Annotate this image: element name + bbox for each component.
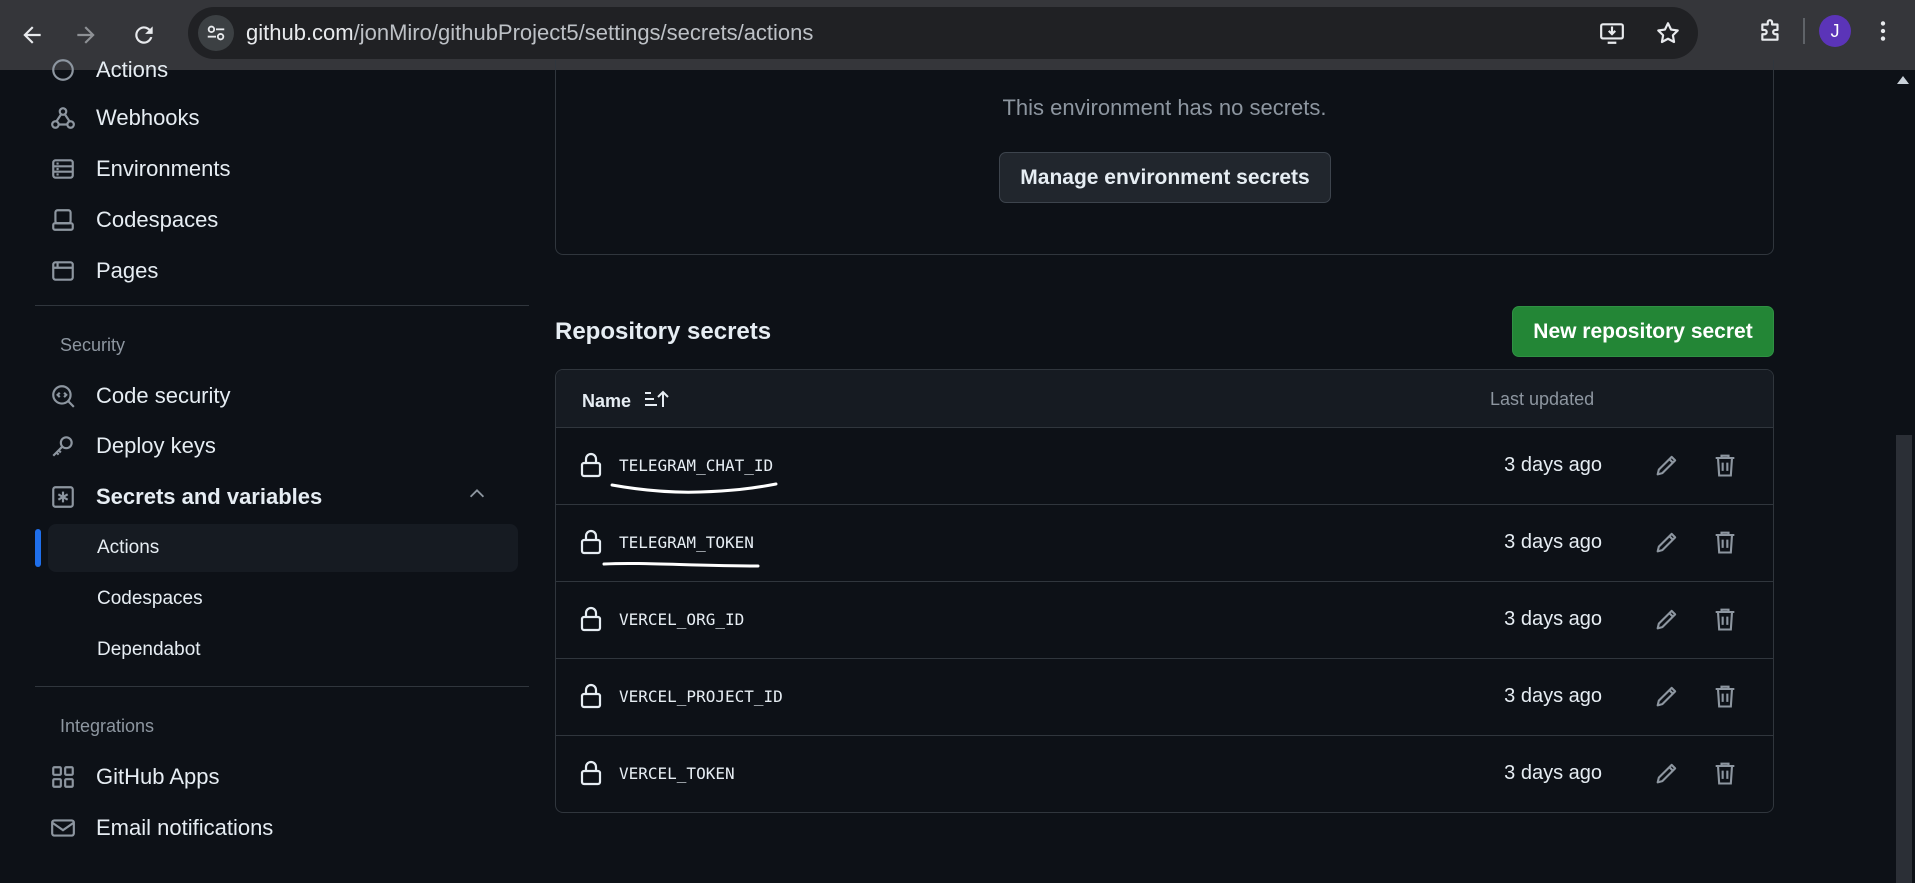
sidebar-item-label: Codespaces: [96, 207, 219, 232]
table-row: VERCEL_ORG_ID 3 days ago: [556, 582, 1773, 659]
secret-name: TELEGRAM_CHAT_ID: [619, 456, 774, 475]
sidebar-item-label: GitHub Apps: [96, 764, 220, 789]
mail-icon: [48, 813, 78, 843]
table-row: VERCEL_TOKEN 3 days ago: [556, 736, 1773, 812]
codespaces-icon: [48, 205, 78, 235]
new-repository-secret-button[interactable]: New repository secret: [1512, 306, 1774, 357]
sidebar-item-label: Code security: [96, 383, 231, 408]
trash-icon[interactable]: [1711, 605, 1739, 638]
trash-icon[interactable]: [1711, 451, 1739, 484]
sidebar-divider: [35, 305, 529, 306]
sidebar-item-environments[interactable]: Environments: [48, 147, 518, 191]
sidebar-heading-integrations: Integrations: [60, 716, 155, 736]
table-row: TELEGRAM_TOKEN 3 days ago: [556, 505, 1773, 582]
asterisk-icon: [48, 482, 78, 512]
play-icon: [48, 55, 78, 85]
reload-icon: [135, 26, 153, 44]
pencil-icon[interactable]: [1653, 528, 1681, 561]
sidebar-item-label: Secrets and variables: [96, 484, 323, 509]
sidebar-item-webhooks[interactable]: Webhooks: [48, 96, 518, 140]
sidebar-item-code-security[interactable]: Code security: [48, 374, 518, 418]
sidebar-item-actions[interactable]: Actions: [48, 48, 518, 92]
sidebar-subitem-codespaces[interactable]: Codespaces: [48, 575, 518, 623]
secret-name: VERCEL_PROJECT_ID: [619, 687, 783, 706]
table-row: TELEGRAM_CHAT_ID 3 days ago: [556, 428, 1773, 505]
extensions-icon[interactable]: [1753, 13, 1789, 49]
sidebar-item-pages[interactable]: Pages: [48, 249, 518, 293]
trash-icon[interactable]: [1711, 682, 1739, 715]
sidebar-item-label: Email notifications: [96, 815, 274, 840]
sidebar-subitem-dependabot[interactable]: Dependabot: [48, 626, 518, 674]
sidebar-item-label: Pages: [96, 258, 159, 283]
lock-icon: [580, 760, 602, 791]
secret-name: TELEGRAM_TOKEN: [619, 533, 754, 552]
more-menu-icon[interactable]: [1865, 13, 1901, 49]
pencil-icon[interactable]: [1653, 605, 1681, 638]
arrow-right-icon: [77, 26, 95, 44]
scrollbar-thumb[interactable]: [1896, 435, 1912, 883]
secrets-table: Name Last updated TELEGRAM_CHAT_ID 3 day…: [555, 369, 1774, 813]
server-icon: [48, 154, 78, 184]
sidebar-item-label: Deploy keys: [96, 433, 216, 458]
sidebar-item-email-notifications[interactable]: Email notifications: [48, 806, 518, 850]
toolbar-separator: [1803, 18, 1805, 44]
sidebar-item-codespaces[interactable]: Codespaces: [48, 198, 518, 242]
sidebar-item-label: Actions: [96, 57, 169, 82]
site-info-icon[interactable]: [198, 15, 234, 51]
sidebar-item-deploy-keys[interactable]: Deploy keys: [48, 424, 518, 468]
url-text: github.com/jonMiro/githubProject5/settin…: [246, 20, 814, 45]
lock-icon: [580, 606, 602, 637]
settings-sidebar: Actions Webhooks Environments Codespaces…: [0, 57, 540, 883]
key-icon: [48, 431, 78, 461]
underline-annotation: [610, 482, 778, 494]
lock-icon: [580, 683, 602, 714]
apps-icon: [48, 762, 78, 792]
webhook-icon: [48, 103, 78, 133]
bookmark-star-icon[interactable]: [1650, 15, 1686, 51]
secret-last-updated: 3 days ago: [1504, 762, 1602, 784]
table-header: Name Last updated: [556, 370, 1773, 428]
codescan-icon: [48, 381, 78, 411]
sidebar-divider: [35, 686, 529, 687]
sidebar-item-label: Environments: [96, 156, 231, 181]
table-row: VERCEL_PROJECT_ID 3 days ago: [556, 659, 1773, 736]
install-app-icon[interactable]: [1594, 15, 1630, 51]
environment-empty-text: This environment has no secrets.: [1002, 95, 1327, 120]
sidebar-item-github-apps[interactable]: GitHub Apps: [48, 755, 518, 799]
secret-name: VERCEL_TOKEN: [619, 764, 735, 783]
trash-icon[interactable]: [1711, 528, 1739, 561]
sidebar-subitem-actions[interactable]: Actions: [48, 524, 518, 572]
sidebar-item-label: Webhooks: [96, 105, 200, 130]
name-column-label: Name: [582, 391, 632, 411]
scroll-up-arrow-icon[interactable]: [1897, 76, 1909, 84]
environment-secrets-box: This environment has no secrets. Manage …: [555, 60, 1774, 255]
secret-last-updated: 3 days ago: [1504, 608, 1602, 630]
secret-name: VERCEL_ORG_ID: [619, 610, 745, 629]
repository-secrets-title: Repository secrets: [555, 318, 772, 345]
lock-icon: [580, 529, 602, 560]
pencil-icon[interactable]: [1653, 451, 1681, 484]
last-updated-column-header: Last updated: [1490, 389, 1595, 409]
secret-last-updated: 3 days ago: [1504, 531, 1602, 553]
pencil-icon[interactable]: [1653, 682, 1681, 715]
secret-last-updated: 3 days ago: [1504, 454, 1602, 476]
arrow-left-icon: [23, 26, 41, 44]
manage-environment-secrets-button[interactable]: Manage environment secrets: [999, 152, 1331, 203]
sort-ascending-icon[interactable]: [643, 388, 669, 415]
secret-last-updated: 3 days ago: [1504, 685, 1602, 707]
browser-icon: [48, 256, 78, 286]
sidebar-heading-security: Security: [60, 335, 126, 355]
profile-avatar[interactable]: J: [1819, 15, 1851, 47]
lock-icon: [580, 452, 602, 483]
page-scrollbar[interactable]: [1893, 70, 1915, 883]
active-indicator: [35, 529, 41, 567]
name-column-header[interactable]: Name: [582, 388, 669, 415]
underline-annotation: [602, 561, 760, 568]
pencil-icon[interactable]: [1653, 759, 1681, 792]
sidebar-item-secrets-and-variables[interactable]: Secrets and variables: [48, 475, 518, 519]
trash-icon[interactable]: [1711, 759, 1739, 792]
chevron-up-icon[interactable]: [466, 483, 488, 511]
